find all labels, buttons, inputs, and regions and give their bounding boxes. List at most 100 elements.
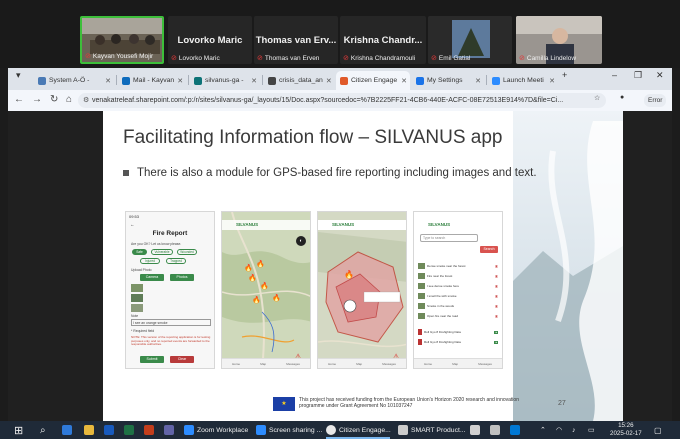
participant-tile[interactable]: ⊘ Kayvan Yousefi Mojir — [80, 16, 164, 64]
forward-icon[interactable]: → — [32, 94, 42, 105]
edge-icon — [62, 425, 72, 435]
battery-icon[interactable]: ▭ — [588, 423, 595, 437]
smart-icon — [398, 425, 408, 435]
browser-tab[interactable]: silvanus-ga - ✕ — [190, 71, 260, 90]
search-icon[interactable]: ⌕ — [40, 423, 46, 437]
report-title: Smoke in the woods — [427, 304, 455, 308]
excel-icon — [124, 425, 134, 435]
reload-icon[interactable]: ↻ — [50, 94, 58, 105]
app-header-silvanus: SILVANUS — [222, 220, 310, 230]
tab-label: My Settings — [427, 77, 463, 84]
powerpoint-icon — [144, 425, 154, 435]
new-tab-button[interactable]: + — [562, 70, 567, 80]
back-icon[interactable]: ← — [14, 94, 24, 105]
browser-tab[interactable]: Mail - Kayvan ✕ — [118, 71, 186, 90]
participant-tile[interactable]: Thomas van Erv... ⊘ Thomas van Erven — [254, 16, 338, 64]
fire-marker-icon: 🔥 — [260, 283, 269, 290]
bottom-nav: Home Map Messages — [414, 358, 502, 368]
status-chip: Trapped — [166, 258, 186, 264]
site-info-icon[interactable]: ⚙ — [83, 93, 89, 108]
tab-divider — [486, 75, 487, 85]
maximize-icon[interactable]: ❐ — [634, 70, 642, 81]
bullet-text: There is also a module for GPS-based fir… — [137, 167, 537, 179]
report-thumbnail — [418, 313, 425, 319]
app-header-silvanus: SILVANUS — [318, 220, 406, 230]
close-tab-icon[interactable]: ✕ — [401, 77, 410, 85]
zone-map — [318, 212, 406, 368]
system-clock[interactable]: 15:26 2025-02-17 — [610, 422, 642, 438]
profile-icon[interactable]: ● — [620, 94, 624, 101]
close-tab-icon[interactable]: ✕ — [177, 77, 186, 85]
taskbar-app-icon[interactable] — [510, 423, 520, 437]
teams-icon — [164, 425, 174, 435]
taskbar-app-icon[interactable] — [490, 423, 500, 437]
search-button: Search — [480, 246, 498, 253]
browser-tab[interactable]: System A-Ö - ✕ — [34, 71, 114, 90]
home-icon[interactable]: ⌂ — [66, 94, 72, 105]
taskbar-zoom-workplace[interactable]: Zoom Workplace — [184, 423, 248, 437]
close-tab-icon[interactable]: ✕ — [549, 77, 558, 85]
report-tag: ▮ — [494, 314, 498, 318]
taskbar-screen-sharing[interactable]: Screen sharing ... — [256, 423, 322, 437]
close-tab-icon[interactable]: ✕ — [326, 77, 334, 85]
close-window-icon[interactable]: ✕ — [656, 70, 664, 81]
tab-list-icon[interactable]: ▾ — [16, 70, 21, 81]
report-list-item: Dense smoke near the forest ▮ — [418, 262, 498, 270]
report-tag: ▮ — [494, 284, 498, 288]
taskbar-smart-product[interactable]: SMART Product... — [398, 423, 466, 437]
mic-muted-icon: ⊘ — [519, 55, 525, 62]
status-chip: Safe — [132, 249, 147, 255]
slide-decoration — [513, 111, 623, 421]
close-tab-icon[interactable]: ✕ — [251, 77, 260, 85]
tab-label: Launch Meeti — [503, 77, 544, 84]
nav-map: Map — [260, 361, 267, 366]
tab-favicon-icon — [38, 76, 46, 85]
participant-tile[interactable]: Lovorko Maric ⊘ Lovorko Maric — [168, 16, 252, 64]
chrome-icon — [326, 425, 336, 435]
tab-favicon-icon — [268, 76, 276, 85]
taskbar-app-icon[interactable] — [124, 423, 134, 437]
browser-tab[interactable]: Launch Meeti ✕ — [488, 71, 558, 90]
participant-tile[interactable]: ⊘ Camilla Lindelow — [516, 16, 602, 64]
mic-muted-icon: ⊘ — [431, 55, 437, 62]
report-thumbnail — [418, 283, 425, 289]
taskbar-app-icon[interactable] — [470, 423, 480, 437]
browser-tab[interactable]: My Settings ✕ — [412, 71, 484, 90]
report-list-item: Roll Gyo 8 Firefighting Data ● — [418, 338, 498, 346]
taskbar-app-icon[interactable] — [164, 423, 174, 437]
wifi-icon[interactable]: ◠ — [556, 423, 562, 437]
report-tag: ▮ — [494, 274, 498, 278]
status-chip: Injured — [140, 258, 160, 264]
required-note: * Required field — [131, 329, 155, 333]
close-tab-icon[interactable]: ✕ — [475, 77, 484, 85]
upload-label: Upload Photo — [131, 268, 152, 272]
notifications-icon[interactable]: ▢ — [654, 423, 662, 437]
bookmark-star-icon[interactable]: ☆ — [594, 94, 600, 102]
taskbar-app-icon[interactable] — [62, 423, 72, 437]
tab-label: silvanus-ga - — [205, 77, 244, 84]
tray-chevron-icon[interactable]: ⌃ — [540, 423, 546, 437]
taskbar-app-icon[interactable] — [104, 423, 114, 437]
report-list-item: Fire near the forest ▮ — [418, 272, 498, 280]
taskbar-citizen-engage[interactable]: Citizen Engage... — [326, 423, 391, 437]
browser-tab-active[interactable]: Citizen Engage ✕ — [336, 71, 410, 90]
close-tab-icon[interactable]: ✕ — [105, 77, 114, 85]
tab-favicon-icon — [416, 76, 424, 85]
volume-icon[interactable]: ♪ — [572, 423, 576, 437]
url-input[interactable]: ⚙ venakatreleaf.sharepoint.com/:p:/r/sit… — [78, 93, 606, 108]
taskbar-app-icon[interactable] — [144, 423, 154, 437]
participant-tile[interactable]: ⊘ Emil Gatial — [428, 16, 512, 64]
participant-label: ⊘ Lovorko Maric — [171, 54, 220, 63]
minimize-icon[interactable]: – — [612, 70, 617, 80]
submit-button: Submit — [140, 356, 164, 363]
participant-tile[interactable]: Krishna Chandr... ⊘ Krishna Chandramouli — [340, 16, 426, 64]
nav-messages: Messages — [286, 361, 300, 366]
screen: ⊘ Kayvan Yousefi Mojir Lovorko Maric ⊘ Lov… — [0, 0, 680, 439]
tab-divider — [262, 75, 263, 85]
browser-tab[interactable]: crisis_data_an ✕ — [264, 71, 334, 90]
error-badge[interactable]: Error — [644, 94, 667, 107]
phone-status-bar: 09:53 — [129, 214, 140, 219]
taskbar-app-icon[interactable] — [84, 423, 94, 437]
fire-marker-icon: 🔥 — [248, 275, 257, 282]
start-icon[interactable]: ⊞ — [14, 423, 23, 437]
